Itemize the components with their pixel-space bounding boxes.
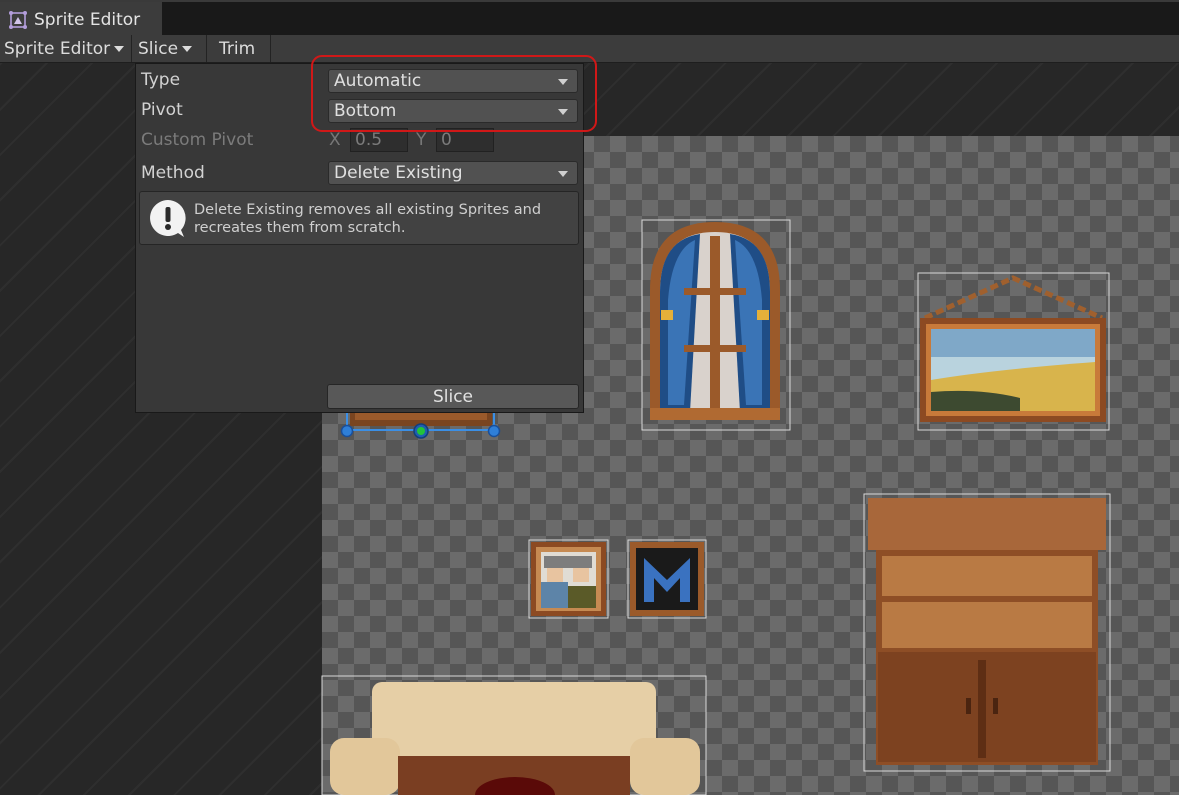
method-dropdown[interactable]: Delete Existing (328, 161, 578, 185)
slice-button[interactable]: Slice (327, 384, 579, 409)
window-sprite[interactable] (641, 219, 791, 431)
custom-pivot-y-value: 0 (441, 130, 452, 150)
selection-handle-right[interactable] (487, 424, 501, 438)
slice-button-label: Slice (432, 386, 474, 407)
method-label: Method (141, 163, 205, 183)
pivot-label: Pivot (141, 100, 183, 120)
pivot-handle-center (417, 427, 425, 435)
type-label: Type (141, 70, 181, 90)
custom-pivot-label: Custom Pivot (141, 130, 254, 150)
highlight-annotation (311, 55, 597, 132)
help-message: Delete Existing removes all existing Spr… (194, 202, 542, 236)
method-value: Delete Existing (334, 163, 463, 183)
info-help-box: Delete Existing removes all existing Spr… (139, 191, 579, 245)
armchair-sprite[interactable] (321, 675, 707, 795)
custom-pivot-y-label: Y (416, 130, 427, 150)
warning-info-icon (150, 200, 186, 237)
family-photo-sprite[interactable] (528, 539, 609, 619)
logo-frame-sprite[interactable] (627, 539, 707, 619)
selection-handle-left[interactable] (340, 424, 354, 438)
chevron-down-icon (558, 171, 568, 177)
cabinet-sprite[interactable] (863, 493, 1111, 772)
painting-sprite[interactable] (917, 272, 1110, 431)
custom-pivot-x-label: X (329, 130, 341, 150)
custom-pivot-x-value: 0.5 (355, 130, 383, 150)
